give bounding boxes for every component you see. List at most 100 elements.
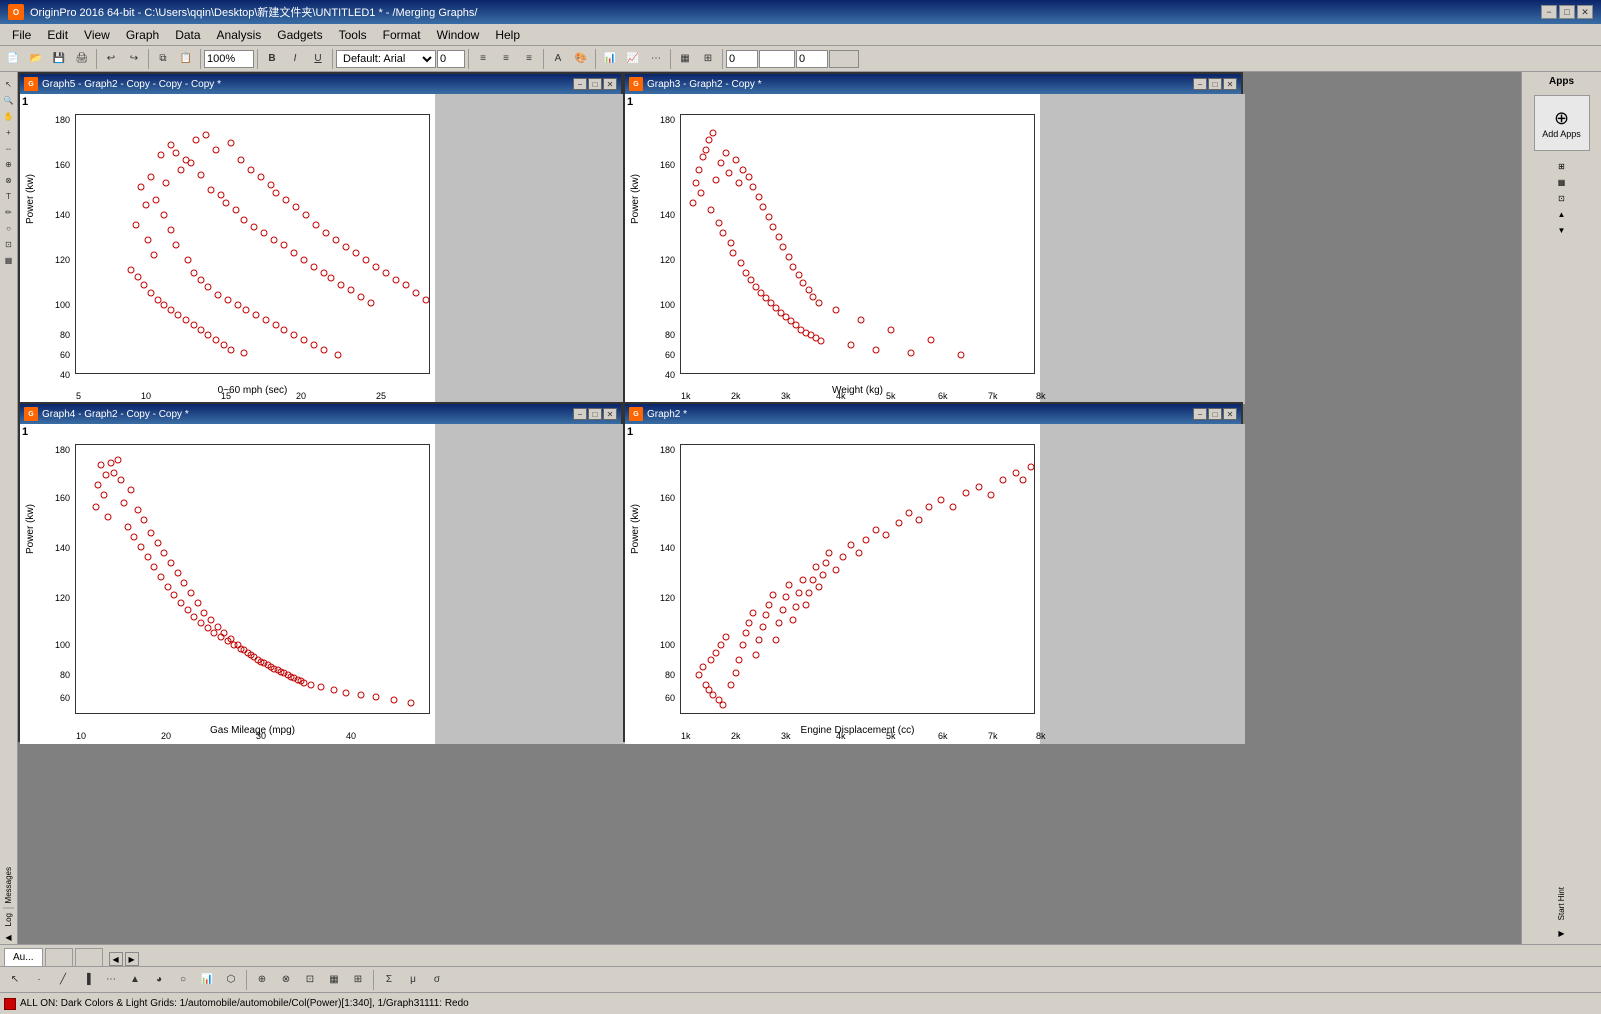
menu-format[interactable]: Format (375, 26, 429, 44)
menu-gadgets[interactable]: Gadgets (269, 26, 330, 44)
print-icon[interactable]: 🖨 (71, 48, 93, 70)
log-tab[interactable]: Log (3, 909, 14, 930)
bt-stat1[interactable]: Σ (378, 969, 400, 991)
menu-edit[interactable]: Edit (39, 26, 76, 44)
open-icon[interactable]: 📂 (25, 48, 47, 70)
bt-circle[interactable]: ○ (172, 969, 194, 991)
bt-stat2[interactable]: μ (402, 969, 424, 991)
font-size-input[interactable] (437, 50, 465, 68)
mask-tool[interactable]: ▦ (1, 252, 17, 268)
graph2-minimize[interactable]: − (1193, 408, 1207, 420)
menu-view[interactable]: View (76, 26, 118, 44)
line-width-input[interactable] (726, 50, 758, 68)
graph5-titlebar[interactable]: G Graph5 - Graph2 - Copy - Copy - Copy *… (20, 74, 621, 94)
graph4-close[interactable]: ✕ (603, 408, 617, 420)
graph4-maximize[interactable]: □ (588, 408, 602, 420)
draw-tool[interactable]: ✏ (1, 204, 17, 220)
fill-color-icon[interactable]: 🎨 (570, 48, 592, 70)
paste-icon[interactable]: 📋 (175, 48, 197, 70)
copy-icon[interactable]: ⧉ (152, 48, 174, 70)
expand-right[interactable]: ▶ (1555, 926, 1569, 940)
graph3-close[interactable]: ✕ (1223, 78, 1237, 90)
font-select[interactable]: Default: Arial (336, 50, 436, 68)
graph3-minimize[interactable]: − (1193, 78, 1207, 90)
bar-chart-icon[interactable]: 📊 (599, 48, 621, 70)
pan-tool[interactable]: ✋ (1, 108, 17, 124)
maximize-button[interactable]: □ (1559, 5, 1575, 19)
graph2-maximize[interactable]: □ (1208, 408, 1222, 420)
merge-icon[interactable]: ⊞ (697, 48, 719, 70)
save-icon[interactable]: 💾 (48, 48, 70, 70)
dash-input[interactable] (796, 50, 828, 68)
right-tool-4[interactable]: ▲ (1555, 207, 1569, 221)
align-center-icon[interactable]: ≡ (495, 48, 517, 70)
undo-icon[interactable]: ↩ (100, 48, 122, 70)
line-chart-icon[interactable]: 📈 (622, 48, 644, 70)
menu-file[interactable]: File (4, 26, 39, 44)
align-right-icon[interactable]: ≡ (518, 48, 540, 70)
bt-tool4[interactable]: ▦ (323, 969, 345, 991)
menu-analysis[interactable]: Analysis (209, 26, 270, 44)
zoom-input[interactable] (204, 50, 254, 68)
menu-data[interactable]: Data (167, 26, 208, 44)
bt-tool5[interactable]: ⊞ (347, 969, 369, 991)
new-icon[interactable]: 📄 (2, 48, 24, 70)
text-tool[interactable]: T (1, 188, 17, 204)
messages-tab[interactable]: Messages (3, 863, 14, 908)
graph2-close[interactable]: ✕ (1223, 408, 1237, 420)
scatter-icon[interactable]: ⋯ (645, 48, 667, 70)
graph2-titlebar[interactable]: G Graph2 * − □ ✕ (625, 404, 1241, 424)
arrow-tool[interactable]: ↖ (1, 76, 17, 92)
menu-tools[interactable]: Tools (331, 26, 375, 44)
bt-pointer[interactable]: ↖ (4, 969, 26, 991)
add-apps-button[interactable]: ⊕ Add Apps (1534, 95, 1590, 151)
graph4-minimize[interactable]: − (573, 408, 587, 420)
bold-icon[interactable]: B (261, 48, 283, 70)
add-tool[interactable]: + (1, 124, 17, 140)
menu-graph[interactable]: Graph (118, 26, 167, 44)
bt-tool2[interactable]: ⊗ (275, 969, 297, 991)
bt-3d[interactable]: ⬡ (220, 969, 242, 991)
table-icon[interactable]: ▦ (674, 48, 696, 70)
zoom-tool[interactable]: 🔍 (1, 92, 17, 108)
close-button[interactable]: ✕ (1577, 5, 1593, 19)
bt-stat3[interactable]: σ (426, 969, 448, 991)
expand-left[interactable]: ◀ (2, 930, 16, 944)
right-tool-2[interactable]: ▦ (1555, 175, 1569, 189)
redo-icon[interactable]: ↪ (123, 48, 145, 70)
circle-tool[interactable]: ○ (1, 220, 17, 236)
right-tool-1[interactable]: ⊞ (1555, 159, 1569, 173)
graph3-titlebar[interactable]: G Graph3 - Graph2 - Copy * − □ ✕ (625, 74, 1241, 94)
minimize-button[interactable]: − (1541, 5, 1557, 19)
italic-icon[interactable]: I (284, 48, 306, 70)
bt-bar[interactable]: ▐ (76, 969, 98, 991)
data-tool[interactable]: ⊕ (1, 156, 17, 172)
tab-au[interactable]: Au... (4, 948, 43, 966)
tab-next[interactable]: ▶ (125, 952, 139, 966)
bt-scatter[interactable]: ⋯ (100, 969, 122, 991)
tab-prev[interactable]: ◀ (109, 952, 123, 966)
menu-window[interactable]: Window (429, 26, 488, 44)
align-left-icon[interactable]: ≡ (472, 48, 494, 70)
tab-2[interactable] (45, 948, 73, 966)
line-color-icon[interactable]: A (547, 48, 569, 70)
tab-3[interactable] (75, 948, 103, 966)
bt-line[interactable]: ╱ (52, 969, 74, 991)
region-tool[interactable]: ⊡ (1, 236, 17, 252)
bt-tool1[interactable]: ⊕ (251, 969, 273, 991)
graph5-maximize[interactable]: □ (588, 78, 602, 90)
graph5-minimize[interactable]: − (573, 78, 587, 90)
right-tool-3[interactable]: ⊡ (1555, 191, 1569, 205)
menu-help[interactable]: Help (487, 26, 528, 44)
graph5-close[interactable]: ✕ (603, 78, 617, 90)
underline-icon[interactable]: U (307, 48, 329, 70)
start-hint-tab[interactable]: Start Hint (1556, 883, 1567, 924)
pick-tool[interactable]: ⊗ (1, 172, 17, 188)
right-tool-5[interactable]: ▼ (1555, 223, 1569, 237)
bt-tool3[interactable]: ⊡ (299, 969, 321, 991)
scale-tool[interactable]: ⇔ (1, 140, 17, 156)
graph3-maximize[interactable]: □ (1208, 78, 1222, 90)
bt-chart2[interactable]: 📊 (196, 969, 218, 991)
bt-dot[interactable]: · (28, 969, 50, 991)
bt-area[interactable]: ▲ (124, 969, 146, 991)
